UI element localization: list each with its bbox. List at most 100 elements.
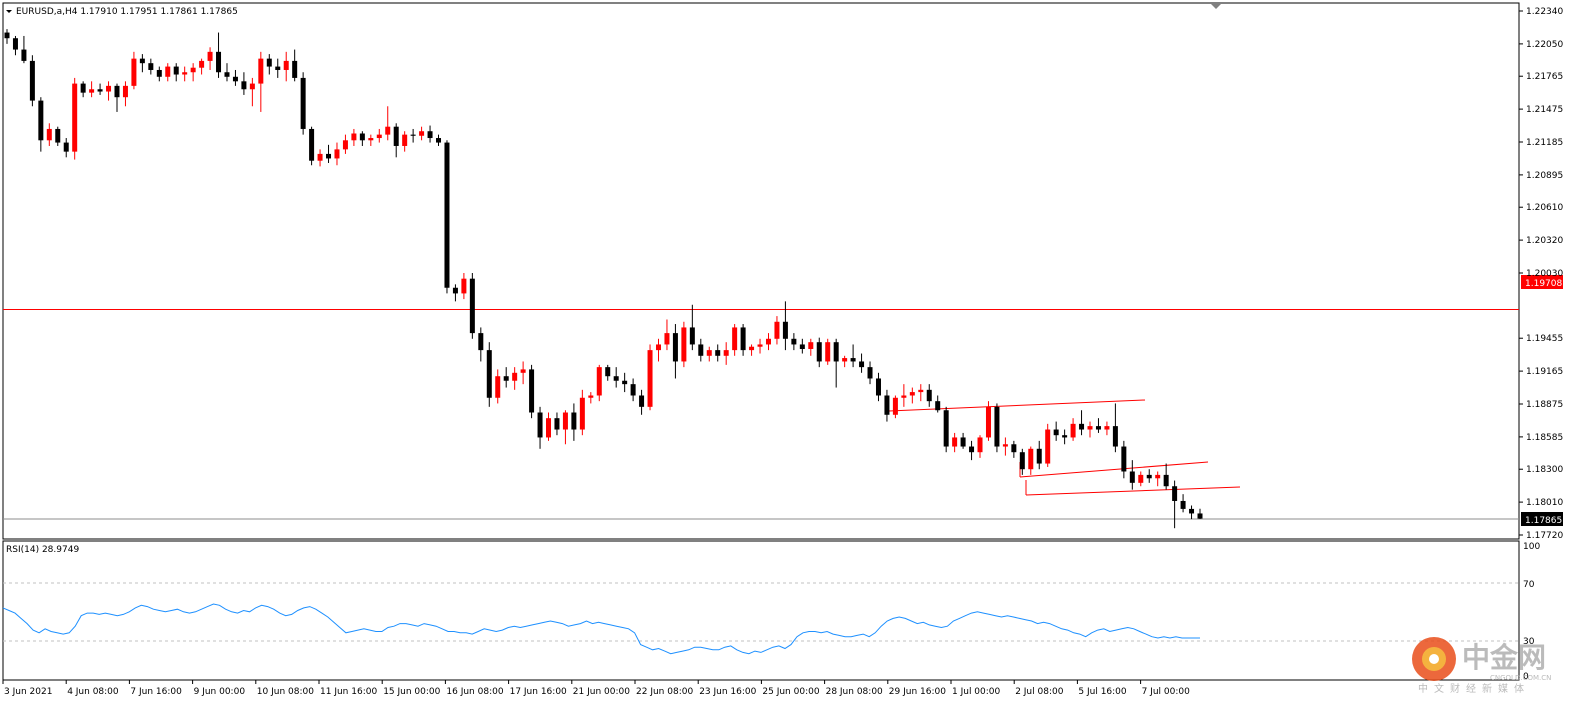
candle-body [596,367,602,396]
candle-body [605,367,611,377]
time-tick-label: 28 Jun 08:00 [826,687,883,697]
watermark-url: CNGOLD.COM.CN [1490,674,1551,682]
time-tick-label: 5 Jul 16:00 [1078,687,1127,697]
candle-body [292,60,298,78]
candle-body [765,338,771,345]
time-axis: 3 Jun 2021 4 Jun 08:00 7 Jun 16:00 9 Jun 00… [2,680,1191,697]
candle-body [1146,474,1152,479]
price-tick-label: 1.18300 [1526,465,1563,475]
candles-group [4,29,1203,529]
price-tick-label: 1.18585 [1526,433,1563,443]
candle-body [97,89,103,92]
candle-body [613,376,619,381]
candle-body [342,140,348,150]
price-tick-label: 1.19455 [1526,334,1563,344]
candle-body [190,67,196,73]
candle-body [249,83,255,90]
candle-body [571,412,577,430]
trend-line-upper-long[interactable] [887,399,1146,412]
time-tick-label: 7 Jul 00:00 [1142,687,1191,697]
candle-body [427,131,433,139]
candle-body [46,128,52,141]
price-pane-frame [2,2,1520,540]
channel-line-lower[interactable] [1025,486,1241,496]
current-price-label: 1.17865 [1525,516,1562,526]
candle-body [969,446,975,453]
candle-body [901,395,907,398]
candle-body [359,133,365,141]
symbol-ohlc-header: EURUSD,a,H4 1.17910 1.17951 1.17861 1.17… [16,7,238,17]
candle-body [275,66,281,70]
symbol-menu-triangle-icon[interactable] [6,10,12,13]
time-tick-label: 29 Jun 16:00 [889,687,946,697]
candle-body [182,72,188,75]
price-tick-label: 1.21765 [1526,72,1563,82]
candle-body [436,138,442,143]
candle-body [952,437,958,447]
time-tick-label: 9 Jun 00:00 [194,687,246,697]
candle-body [774,321,780,339]
candle-body [385,126,391,135]
candle-body [698,344,704,356]
candle-body [689,327,695,345]
candle-body [994,406,1000,447]
candle-body [859,361,865,368]
candle-body [258,58,264,84]
candle-body [867,367,873,379]
time-tick-label: 7 Jun 16:00 [130,687,182,697]
watermark: 中金网 CNGOLD.COM.CN 中文财经新媒体 [1412,637,1551,695]
candle-body [732,327,738,351]
candle-body [740,327,746,351]
candle-body [1095,426,1101,430]
price-tick-label: 1.18875 [1526,400,1563,410]
candle-body [1070,423,1076,438]
scroll-shift-marker-icon[interactable] [1211,4,1221,9]
chart-canvas: 1.19708 1.17865 1.223401.220501.217651.2… [2,2,1563,697]
candle-body [122,85,128,98]
candle-body [12,38,18,50]
trend-lines[interactable] [887,399,1241,496]
candle-body [799,344,805,349]
candle-body [1172,486,1178,501]
time-tick-label: 23 Jun 16:00 [699,687,756,697]
candle-body [80,83,86,93]
candle-body [1189,508,1195,514]
candle-body [63,142,69,152]
time-tick-label: 11 Jun 16:00 [320,687,377,697]
rsi-axis-70: 70 [1523,580,1535,590]
price-tick-label: 1.20320 [1526,236,1563,246]
candle-body [757,344,763,347]
candle-body [909,392,915,396]
candle-body [825,342,831,362]
time-tick-label: 16 Jun 08:00 [446,687,503,697]
candle-body [283,60,289,70]
candle-body [486,350,492,398]
horizontal-line-group[interactable]: 1.19708 [3,275,1563,311]
candle-body [816,342,822,362]
candle-body [461,278,467,294]
candle-body [106,85,112,92]
candle-body [503,376,509,381]
rsi-axis-100: 100 [1523,542,1540,552]
price-tick-label: 1.17720 [1526,531,1563,541]
candle-body [4,32,10,39]
candle-body [351,133,357,141]
time-tick-label: 3 Jun 2021 [4,687,52,697]
candle-body [89,89,95,93]
candle-body [469,278,475,334]
candle-body [38,100,44,141]
candle-body [926,389,932,402]
candle-body [241,81,247,90]
candle-body [918,389,924,393]
candle-body [1045,429,1051,464]
price-tick-label: 1.20895 [1526,171,1563,181]
candle-body [664,333,670,345]
candle-body [850,358,856,362]
candle-body [309,128,315,161]
candle-body [833,342,839,362]
candle-body [639,395,645,407]
time-tick-label: 4 Jun 08:00 [67,687,119,697]
price-tick-label: 1.20610 [1526,203,1563,213]
candle-body [402,134,408,146]
candle-body [317,153,323,161]
